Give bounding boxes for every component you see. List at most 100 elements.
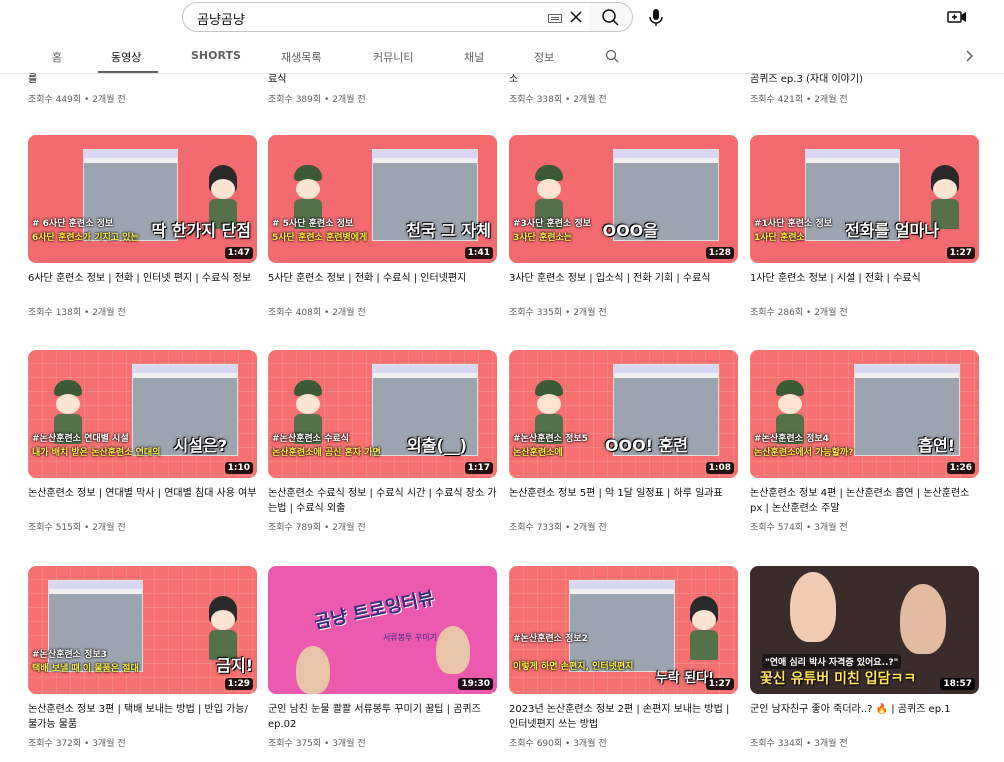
thumbnail-caption: 논산훈련소에서 가능할까? (754, 448, 854, 458)
video-title[interactable]: 료식 (268, 73, 286, 87)
thumbnail-headline: 곰냥 트로잉터뷰 (312, 587, 437, 634)
video-thumbnail[interactable]: #논산훈련소 정보3 택배 보낼 때 이 물품은 절대 금지! 1:29 (28, 566, 257, 694)
duration-badge: 1:17 (464, 462, 493, 474)
video-thumbnail[interactable]: "연애 심리 박사 자격증 있어요..?" 꽃신 유튜버 미친 입담ㅋㅋ 18:… (750, 566, 979, 694)
channel-tabs: 홈 동영상 SHORTS 재생목록 커뮤니티 채널 정보 (0, 40, 1004, 74)
video-card[interactable]: 곰냥 트로잉터뷰 서류봉투 꾸미기 19:30 군인 남친 눈물 콸콸 서류봉투… (268, 566, 497, 749)
video-meta: 조회수 335회 • 2개월 전 (509, 308, 607, 318)
thumbnail-tag: #논산훈련소 정보2 (513, 634, 588, 644)
video-thumbnail[interactable]: #논산훈련소 정보4 논산훈련소에서 가능할까? 흡연! 1:26 (750, 350, 979, 478)
search-input[interactable]: 곰냥곰냥 (197, 9, 245, 28)
duration-badge: 1:41 (464, 247, 493, 259)
video-title[interactable]: 군인 남친 눈물 콸콸 서류봉투 꾸미기 꿀팁 | 곰퀴즈 ep.02 (268, 702, 497, 732)
video-title[interactable]: 군인 남자친구 좋아 죽더라..? 🔥 | 곰퀴즈 ep.1 (750, 702, 979, 732)
create-video-icon[interactable] (945, 5, 969, 29)
person-image (900, 584, 946, 654)
video-thumbnail[interactable]: #논산훈련소 정보2 이렇게 하면 손편지, 인터넷편지 누락 된다! 1:27 (509, 566, 738, 694)
thumbnail-headline: 천국 그 자체 (406, 221, 491, 240)
video-meta: 조회수 138회 • 2개월 전 (28, 308, 126, 318)
video-thumbnail[interactable]: #논산훈련소 연대별 시설 내가 배치 받은 논산훈련소 연대의 시설은? 1:… (28, 350, 257, 478)
thumbnail-caption: 5사단 훈련소 훈련병에게 (272, 233, 368, 243)
thumbnail-caption: 택배 보낼 때 이 물품은 절대 (32, 664, 139, 674)
video-card[interactable]: #논산훈련소 수료식 논산훈련소에 곰신 혼자 가면 외출(__) 1:17 논… (268, 350, 497, 533)
thumbnail-caption: 논산훈련소에 곰신 혼자 가면 (272, 448, 381, 458)
duration-badge: 1:27 (946, 247, 975, 259)
video-card[interactable]: "연애 심리 박사 자격증 있어요..?" 꽃신 유튜버 미친 입담ㅋㅋ 18:… (750, 566, 979, 749)
thumbnail-caption: 이렇게 하면 손편지, 인터넷편지 (513, 662, 634, 672)
video-card[interactable]: #3사단 훈련소 정보 3사단 훈련소는 OOO을 1:28 3사단 훈련소 정… (509, 135, 738, 318)
duration-badge: 1:47 (224, 247, 253, 259)
chevron-right-icon[interactable] (962, 49, 976, 63)
tab-community[interactable]: 커뮤니티 (373, 49, 413, 65)
person-image (296, 646, 330, 694)
duration-badge: 18:57 (940, 678, 975, 690)
clear-search-icon[interactable] (567, 7, 585, 27)
search-icon (602, 9, 619, 26)
video-thumbnail[interactable]: #논산훈련소 정보5 논산훈련소에 OOO! 훈련 1:08 (509, 350, 738, 478)
thumbnail-headline: 전화를 얼마나 (845, 221, 939, 240)
thumbnail-tag: #논산훈련소 정보3 (32, 650, 107, 660)
person-image (436, 626, 470, 674)
search-button[interactable] (589, 2, 633, 32)
video-thumbnail[interactable]: # 6사단 훈련소 정보 6사단 훈련소가 기지고 있는 딱 한가지 단점 1:… (28, 135, 257, 263)
video-meta: 조회수 789회 • 2개월 전 (268, 523, 366, 533)
video-thumbnail[interactable]: #논산훈련소 수료식 논산훈련소에 곰신 혼자 가면 외출(__) 1:17 (268, 350, 497, 478)
video-meta: 조회수 375회 • 3개월 전 (268, 739, 366, 749)
video-card[interactable]: # 6사단 훈련소 정보 6사단 훈련소가 기지고 있는 딱 한가지 단점 1:… (28, 135, 257, 318)
thumbnail-caption: 1사단 훈련소 (754, 233, 805, 243)
video-meta: 조회수 408회 • 2개월 전 (268, 308, 366, 318)
active-tab-indicator (98, 71, 158, 73)
video-card[interactable]: #1사단 훈련소 정보 1사단 훈련소 전화를 얼마나 1:27 1사단 훈련소… (750, 135, 979, 318)
video-title[interactable]: 3사단 훈련소 정보 | 입소식 | 전화 기회 | 수료식 (509, 271, 738, 301)
video-title[interactable]: 논산훈련소 정보 3편 | 택배 보내는 방법 | 반입 가능/불가능 물품 (28, 702, 257, 732)
video-meta: 조회수 449회 • 2개월 전 (28, 95, 126, 105)
video-thumbnail[interactable]: #1사단 훈련소 정보 1사단 훈련소 전화를 얼마나 1:27 (750, 135, 979, 263)
video-card[interactable]: # 5사단 훈련소 정보 5사단 훈련소 훈련병에게 천국 그 자체 1:41 … (268, 135, 497, 318)
thumbnail-tag: #논산훈련소 연대별 시설 (32, 434, 129, 444)
video-meta: 조회수 286회 • 2개월 전 (750, 308, 848, 318)
tab-videos[interactable]: 동영상 (111, 49, 141, 65)
thumbnail-caption: 서류봉투 꾸미기 (383, 633, 438, 642)
video-meta: 조회수 690회 • 3개월 전 (509, 739, 607, 749)
video-title[interactable]: 2023년 논산훈련소 정보 2편 | 손편지 보내는 방법 | 인터넷편지 쓰… (509, 702, 738, 732)
thumbnail-tag: #논산훈련소 정보4 (754, 434, 829, 444)
cartoon-character (684, 596, 724, 666)
video-card[interactable]: #논산훈련소 정보5 논산훈련소에 OOO! 훈련 1:08 논산훈련소 정보 … (509, 350, 738, 533)
thumbnail-tag: # 5사단 훈련소 정보 (272, 219, 354, 229)
video-thumbnail[interactable]: #3사단 훈련소 정보 3사단 훈련소는 OOO을 1:28 (509, 135, 738, 263)
video-card[interactable]: #논산훈련소 연대별 시설 내가 배치 받은 논산훈련소 연대의 시설은? 1:… (28, 350, 257, 533)
video-card[interactable]: #논산훈련소 정보3 택배 보낼 때 이 물품은 절대 금지! 1:29 논산훈… (28, 566, 257, 749)
tab-home[interactable]: 홈 (52, 49, 62, 65)
tab-shorts[interactable]: SHORTS (191, 49, 241, 62)
thumbnail-headline: 흡연! (918, 436, 955, 455)
duration-badge: 1:27 (705, 678, 734, 690)
video-title[interactable]: 를 (28, 73, 37, 87)
search-box[interactable]: 곰냥곰냥 (182, 2, 590, 32)
thumbnail-caption: 6사단 훈련소가 기지고 있는 (32, 233, 139, 243)
video-title[interactable]: 곰퀴즈 ep.3 (자대 이야기) (750, 73, 863, 87)
video-card[interactable]: #논산훈련소 정보2 이렇게 하면 손편지, 인터넷편지 누락 된다! 1:27… (509, 566, 738, 749)
video-title[interactable]: 논산훈련소 정보 | 연대별 막사 | 연대별 침대 사용 여부 (28, 486, 257, 516)
thumbnail-caption: 논산훈련소에 (513, 448, 563, 458)
video-title[interactable]: 논산훈련소 정보 5편 | 악 1달 일정표 | 하루 일과표 (509, 486, 738, 516)
thumbnail-caption: 3사단 훈련소는 (513, 233, 573, 243)
thumbnail-tag: #1사단 훈련소 정보 (754, 219, 833, 229)
video-title[interactable]: 논산훈련소 수료식 정보 | 수료식 시간 | 수료식 장소 가는법 | 수료식… (268, 486, 497, 516)
video-card[interactable]: #논산훈련소 정보4 논산훈련소에서 가능할까? 흡연! 1:26 논산훈련소 … (750, 350, 979, 533)
video-title[interactable]: 소 (509, 73, 518, 87)
tab-search-icon[interactable] (604, 48, 620, 64)
keyboard-icon[interactable] (548, 14, 562, 23)
tab-channels[interactable]: 채널 (464, 49, 484, 65)
thumbnail-tag: # 6사단 훈련소 정보 (32, 219, 114, 229)
tab-about[interactable]: 정보 (534, 49, 554, 65)
video-title[interactable]: 5사단 훈련소 정보 | 전화 | 수료식 | 인터넷편지 (268, 271, 497, 301)
video-thumbnail[interactable]: 곰냥 트로잉터뷰 서류봉투 꾸미기 19:30 (268, 566, 497, 694)
video-thumbnail[interactable]: # 5사단 훈련소 정보 5사단 훈련소 훈련병에게 천국 그 자체 1:41 (268, 135, 497, 263)
video-title[interactable]: 1사단 훈련소 정보 | 시설 | 전화 | 수료식 (750, 271, 979, 301)
duration-badge: 1:28 (705, 247, 734, 259)
microphone-icon[interactable] (644, 5, 668, 29)
video-title[interactable]: 6사단 훈련소 정보 | 전화 | 인터넷 편지 | 수료식 정보 (28, 271, 257, 301)
tab-playlists[interactable]: 재생목록 (281, 49, 321, 65)
video-title[interactable]: 논산훈련소 정보 4편 | 논산훈련소 흡연 | 논산훈련소 px | 논산훈련… (750, 486, 979, 516)
top-bar: 곰냥곰냥 (0, 0, 1004, 40)
